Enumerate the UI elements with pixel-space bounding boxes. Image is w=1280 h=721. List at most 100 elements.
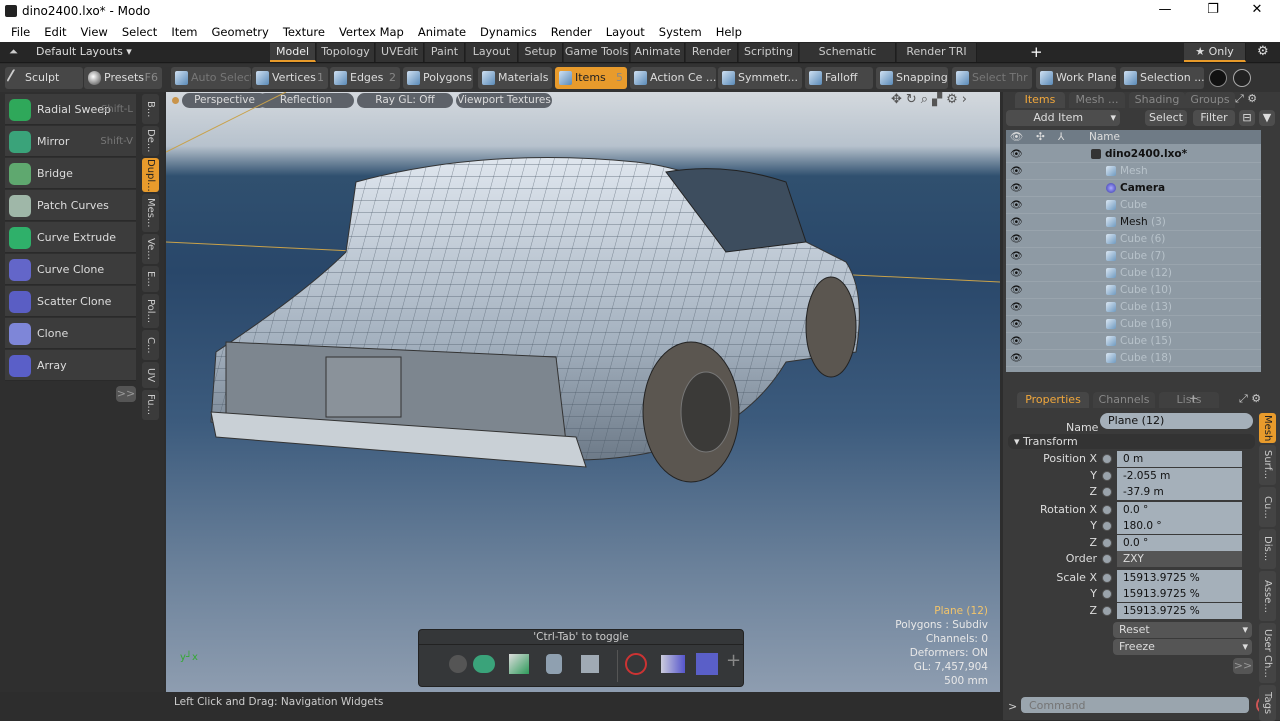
symmetr-button[interactable]: Symmetr... — [718, 67, 802, 89]
unreal-icon[interactable] — [1233, 69, 1251, 87]
add-cube-icon[interactable] — [581, 655, 599, 673]
keyframe-dot[interactable] — [1102, 606, 1112, 616]
properties-vtab-asse[interactable]: Asse... — [1259, 571, 1276, 621]
keyframe-dot[interactable] — [1102, 471, 1112, 481]
tab-topology[interactable]: Topology — [317, 43, 375, 62]
name-column[interactable]: Name — [1089, 130, 1120, 144]
cube-tool-icon[interactable] — [509, 654, 529, 674]
visibility-eye-icon[interactable]: 👁 — [1010, 180, 1026, 197]
more-properties-button[interactable]: >> — [1233, 658, 1253, 674]
transform-tool-icon[interactable] — [625, 653, 647, 675]
item-name[interactable]: Camera — [1120, 180, 1165, 197]
work-plane-button[interactable]: Work Plane — [1036, 67, 1116, 89]
menu-edit[interactable]: Edit — [37, 25, 73, 39]
bridge-tool[interactable]: Bridge — [5, 158, 136, 189]
properties-vtab-user-ch[interactable]: User Ch... — [1259, 623, 1276, 683]
menu-system[interactable]: System — [652, 25, 709, 39]
prop-field-z-2[interactable]: -37.9 m — [1117, 484, 1242, 500]
visibility-eye-icon[interactable]: 👁 — [1010, 214, 1026, 231]
items-tab-mesh[interactable]: Mesh ... — [1069, 92, 1125, 108]
visibility-eye-icon[interactable]: 👁 — [1010, 163, 1026, 180]
menu-texture[interactable]: Texture — [276, 25, 332, 39]
3d-viewport[interactable]: Perspective Reflection Ray GL: Off Viewport… — [166, 92, 1000, 692]
menu-dynamics[interactable]: Dynamics — [473, 25, 544, 39]
tree-row[interactable]: 👁 Cube (10) — [1006, 282, 1261, 299]
presets-button[interactable]: Presets F6 — [84, 67, 162, 89]
patch-curves-tool[interactable]: Patch Curves — [5, 190, 136, 221]
properties-tab-properties[interactable]: Properties — [1017, 392, 1089, 408]
unity-icon[interactable] — [1209, 69, 1227, 87]
prop-field-position-x-0[interactable]: 0 m — [1117, 451, 1242, 467]
visibility-eye-icon[interactable]: 👁 — [1010, 197, 1026, 214]
item-name[interactable]: Cube (13) — [1120, 299, 1172, 316]
properties-vtab-surf[interactable]: Surf... — [1259, 445, 1276, 485]
vertices-button[interactable]: Vertices 1 — [252, 67, 328, 89]
panel-expand-icon[interactable]: ⤢ ⚙ — [1235, 92, 1257, 106]
vtab-de[interactable]: De... — [142, 126, 159, 156]
tab-render-tri[interactable]: Render TRI — [897, 43, 977, 62]
keyframe-dot[interactable] — [1102, 505, 1112, 515]
gear-icon[interactable]: ⚙ — [1257, 44, 1269, 59]
items-tab-shading[interactable]: Shading — [1129, 92, 1185, 108]
menu-animate[interactable]: Animate — [411, 25, 473, 39]
materials-button[interactable]: Materials — [478, 67, 552, 89]
only-filter-button[interactable]: ★ Only — [1184, 43, 1246, 62]
tab-layout[interactable]: Layout — [466, 43, 518, 62]
tree-row[interactable]: 👁 Cube (15) — [1006, 333, 1261, 350]
sculpt-button[interactable]: Sculpt — [5, 67, 83, 89]
tree-row[interactable]: 👁 dino2400.lxo* — [1006, 146, 1261, 163]
curve-clone-tool[interactable]: Curve Clone — [5, 254, 136, 285]
menu-render[interactable]: Render — [544, 25, 599, 39]
auto-select-button[interactable]: Auto Select — [171, 67, 251, 89]
select-button[interactable]: Select — [1145, 110, 1187, 126]
items-tab-groups[interactable]: Groups — [1185, 92, 1235, 108]
reset-dropdown[interactable]: Reset ▾ — [1113, 622, 1252, 638]
visibility-eye-icon[interactable]: 👁 — [1010, 333, 1026, 350]
items-tab-items[interactable]: Items — [1015, 92, 1065, 108]
tree-row[interactable]: 👁 Mesh — [1006, 163, 1261, 180]
item-name[interactable]: Cube (6) — [1120, 231, 1165, 248]
add-tool-button[interactable]: + — [726, 650, 741, 671]
tab-uvedit[interactable]: UVEdit — [376, 43, 424, 62]
keyframe-dot[interactable] — [1102, 554, 1112, 564]
item-name[interactable]: Cube — [1120, 197, 1147, 214]
visibility-eye-icon[interactable]: 👁 — [1010, 146, 1026, 163]
tab-render[interactable]: Render — [686, 43, 738, 62]
mirror-tool[interactable]: Mirror Shift-V — [5, 126, 136, 157]
tab-paint[interactable]: Paint — [425, 43, 465, 62]
item-name[interactable]: Mesh — [1120, 163, 1148, 180]
action-ce-button[interactable]: Action Ce ... — [630, 67, 716, 89]
maximize-button[interactable]: ❐ — [1190, 0, 1236, 22]
vtab-ve[interactable]: Ve... — [142, 234, 159, 264]
vtab-dupl[interactable]: Dupl... — [142, 158, 159, 192]
layout-selector[interactable]: Default Layouts ▾ — [36, 45, 132, 58]
tree-row[interactable]: 👁 Cube — [1006, 197, 1261, 214]
tab-schematic-fusion[interactable]: Schematic Fusion — [800, 43, 896, 76]
item-name[interactable]: Cube (15) — [1120, 333, 1172, 350]
item-name[interactable]: Cube (10) — [1120, 282, 1172, 299]
command-input[interactable] — [1021, 697, 1249, 713]
prop-field-z-9[interactable]: 15913.9725 % — [1117, 603, 1242, 619]
falloff-button[interactable]: Falloff — [805, 67, 873, 89]
item-name[interactable]: Cube (18) — [1120, 350, 1172, 367]
tree-row[interactable]: 👁 Cube (12) — [1006, 265, 1261, 282]
filter-funnel-icon[interactable]: ▼ — [1259, 110, 1275, 126]
keyframe-dot[interactable] — [1102, 573, 1112, 583]
edges-button[interactable]: Edges 2 — [330, 67, 400, 89]
prop-field-y-4[interactable]: 180.0 ° — [1117, 518, 1242, 534]
item-name[interactable]: Cube (7) — [1120, 248, 1165, 265]
prop-field-order-6[interactable]: ZXY — [1117, 551, 1242, 567]
tab-game-tools[interactable]: Game Tools — [564, 43, 630, 62]
array-tool-icon[interactable] — [696, 653, 718, 675]
tree-row[interactable]: 👁 Cube (13) — [1006, 299, 1261, 316]
tree-row[interactable]: 👁 Cube (18) — [1006, 350, 1261, 367]
item-name[interactable]: Mesh (3) — [1120, 214, 1166, 231]
menu-vertex-map[interactable]: Vertex Map — [332, 25, 411, 39]
menu-geometry[interactable]: Geometry — [205, 25, 276, 39]
prop-field-y-8[interactable]: 15913.9725 % — [1117, 586, 1242, 602]
tab-model[interactable]: Model — [270, 43, 316, 62]
transform-section[interactable]: ▾ Transform — [1008, 434, 1255, 449]
clone-tool-icon[interactable] — [661, 655, 685, 673]
visibility-eye-icon[interactable]: 👁 — [1010, 231, 1026, 248]
visibility-eye-icon[interactable]: 👁 — [1010, 316, 1026, 333]
